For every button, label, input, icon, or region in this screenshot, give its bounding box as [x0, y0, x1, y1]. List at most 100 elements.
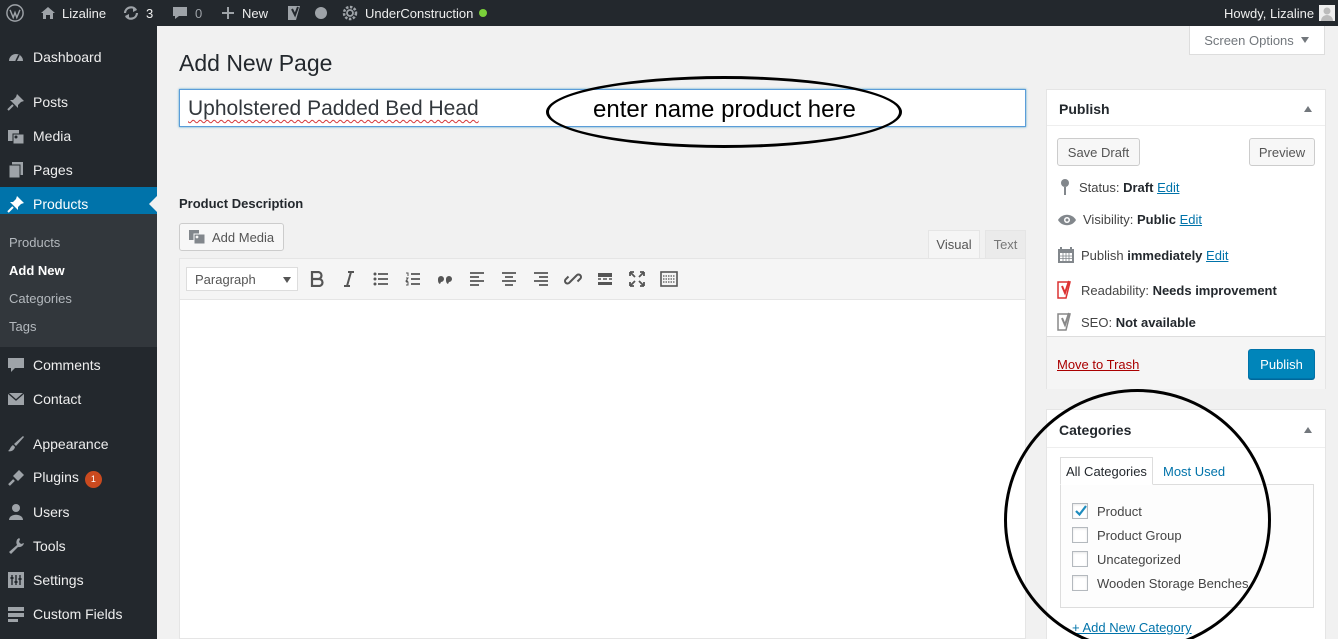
- save-draft-button[interactable]: Save Draft: [1057, 138, 1140, 166]
- media-icon: [189, 230, 206, 245]
- publish-button[interactable]: Publish: [1248, 349, 1315, 379]
- edit-status-link[interactable]: Edit: [1157, 180, 1179, 195]
- pin-icon: [1061, 179, 1069, 195]
- sidebar-item-label: Comments: [33, 357, 101, 373]
- edit-schedule-link[interactable]: Edit: [1206, 248, 1228, 263]
- align-left-icon[interactable]: [467, 269, 487, 289]
- sidebar-item-label: Appearance: [33, 436, 109, 452]
- readability-row: Readability: Needs improvement: [1057, 280, 1277, 300]
- submenu-item-add-new[interactable]: Add New: [9, 263, 65, 278]
- bullet-list-icon[interactable]: [371, 269, 391, 289]
- fields-icon: [8, 607, 24, 622]
- plugin-name: UnderConstruction: [365, 5, 474, 21]
- editor-toolbar: Paragraph: [179, 258, 1026, 300]
- sidebar-item-tools[interactable]: Tools: [0, 529, 157, 563]
- publish-box-title: Publish: [1059, 101, 1110, 117]
- collapse-arrow-icon[interactable]: [1304, 427, 1312, 433]
- site-name-link[interactable]: Lizaline: [40, 0, 106, 26]
- sidebar-item-media[interactable]: Media: [0, 119, 157, 153]
- sidebar-item-plugins[interactable]: Plugins 1: [0, 461, 157, 495]
- align-right-icon[interactable]: [531, 269, 551, 289]
- wordpress-logo-icon[interactable]: [6, 0, 24, 26]
- pages-icon: [8, 162, 23, 179]
- sidebar-item-appearance[interactable]: Appearance: [0, 427, 157, 461]
- numbered-list-icon[interactable]: [403, 269, 423, 289]
- edit-visibility-link[interactable]: Edit: [1180, 212, 1202, 227]
- link-icon[interactable]: [563, 269, 583, 289]
- avatar: [1319, 5, 1336, 21]
- user-icon: [9, 504, 23, 520]
- align-center-icon[interactable]: [499, 269, 519, 289]
- bold-icon[interactable]: [307, 269, 327, 289]
- sidebar-item-label: Dashboard: [33, 49, 102, 65]
- caret-down-icon: [1300, 37, 1309, 43]
- sidebar-item-pages[interactable]: Pages: [0, 153, 157, 187]
- submenu-item-tags[interactable]: Tags: [9, 319, 36, 334]
- greeting: Howdy, Lizaline: [1224, 5, 1315, 21]
- yoast-icon[interactable]: [286, 0, 304, 26]
- refresh-icon: [123, 6, 139, 20]
- title-input-value: Upholstered Padded Bed Head: [188, 97, 479, 120]
- read-more-icon[interactable]: [595, 269, 615, 289]
- sidebar-item-custom-fields[interactable]: Custom Fields: [0, 597, 157, 631]
- dashboard-icon: [9, 54, 23, 62]
- annotation-ellipse-title: enter name product here: [546, 76, 902, 148]
- sidebar-item-settings[interactable]: Settings: [0, 563, 157, 597]
- plugins-update-badge: 1: [84, 470, 102, 488]
- fullscreen-icon[interactable]: [627, 269, 647, 289]
- pin-icon: [7, 196, 24, 213]
- sidebar-item-label: Posts: [33, 94, 69, 110]
- screen-options-button[interactable]: Screen Options: [1189, 26, 1325, 55]
- blockquote-icon[interactable]: [435, 269, 455, 289]
- collapse-arrow-icon[interactable]: [1304, 106, 1312, 112]
- schedule-row: Publish immediately Edit: [1057, 246, 1228, 264]
- comments-link[interactable]: 0: [172, 0, 202, 26]
- pin-icon: [7, 94, 24, 111]
- major-publishing-actions: Move to Trash Publish: [1047, 336, 1325, 389]
- content-editor[interactable]: [179, 300, 1026, 639]
- tab-all-categories-label: All Categories: [1066, 463, 1147, 479]
- new-content-link[interactable]: New: [221, 0, 268, 26]
- readability-label: Readability:: [1081, 282, 1149, 298]
- seo-value: Not available: [1115, 314, 1196, 330]
- tab-text[interactable]: Text: [985, 230, 1026, 258]
- publish-label: Publish: [1081, 247, 1124, 263]
- toolbar-toggle-icon[interactable]: [659, 269, 679, 289]
- tab-visual[interactable]: Visual: [928, 230, 980, 258]
- plugin-icon: [8, 470, 24, 486]
- products-submenu: Products Add New Categories Tags: [0, 214, 157, 347]
- sidebar-item-dashboard[interactable]: Dashboard: [0, 40, 157, 74]
- description-label: Product Description: [179, 196, 304, 211]
- status-dot-icon: [315, 0, 327, 26]
- tab-all-categories[interactable]: All Categories: [1060, 457, 1153, 485]
- sidebar-item-label: Pages: [33, 162, 73, 178]
- updates-count: 3: [146, 5, 154, 21]
- format-select[interactable]: Paragraph: [186, 267, 298, 291]
- wrench-icon: [9, 538, 24, 554]
- format-select-value: Paragraph: [195, 271, 256, 287]
- add-media-label: Add Media: [212, 229, 275, 245]
- my-account-link[interactable]: Howdy, Lizaline: [1224, 0, 1336, 26]
- publish-box-header[interactable]: Publish: [1047, 90, 1325, 126]
- publish-box: Publish Save Draft Preview Status: Draft…: [1046, 89, 1326, 389]
- submenu-item-categories[interactable]: Categories: [9, 291, 72, 306]
- sidebar-item-label: Plugins: [33, 468, 79, 485]
- sidebar-item-comments[interactable]: Comments: [0, 348, 157, 382]
- site-name: Lizaline: [62, 5, 107, 21]
- comments-count: 0: [195, 5, 203, 21]
- move-to-trash-link[interactable]: Move to Trash: [1057, 357, 1139, 372]
- scrollbar[interactable]: [1331, 26, 1338, 639]
- sidebar-item-contact[interactable]: Contact: [0, 382, 157, 416]
- media-icon: [8, 130, 25, 145]
- submenu-item-products[interactable]: Products: [9, 235, 60, 250]
- sidebar-item-posts[interactable]: Posts: [0, 85, 157, 119]
- eye-icon: [1058, 214, 1076, 225]
- underconstruction-link[interactable]: UnderConstruction: [341, 0, 488, 26]
- add-media-button[interactable]: Add Media: [179, 223, 284, 251]
- preview-button[interactable]: Preview: [1249, 138, 1315, 166]
- updates-link[interactable]: 3: [122, 0, 153, 26]
- italic-icon[interactable]: [339, 269, 359, 289]
- yoast-seo-icon: [1057, 312, 1071, 331]
- sidebar-item-users[interactable]: Users: [0, 495, 157, 529]
- seo-label: SEO:: [1081, 314, 1113, 330]
